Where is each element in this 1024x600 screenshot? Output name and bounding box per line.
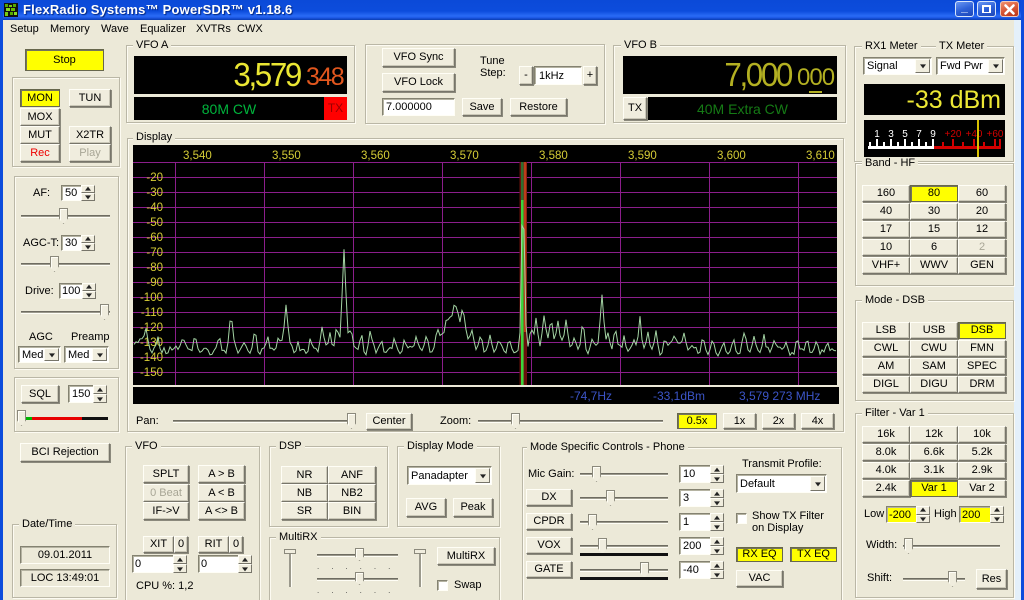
svg-text:-150: -150 [140, 367, 163, 379]
svg-text:3,570: 3,570 [450, 150, 479, 162]
svg-text:-110: -110 [141, 307, 163, 319]
svg-text:3,610: 3,610 [806, 150, 835, 162]
svg-text:3,590: 3,590 [628, 150, 657, 162]
svg-text:-70: -70 [146, 247, 163, 259]
svg-text:-50: -50 [146, 217, 163, 229]
svg-text:-30: -30 [146, 187, 163, 199]
svg-text:3,550: 3,550 [272, 150, 301, 162]
svg-text:3,580: 3,580 [539, 150, 568, 162]
svg-text:-80: -80 [146, 262, 163, 274]
svg-text:-120: -120 [140, 322, 163, 334]
svg-text:3,600: 3,600 [717, 150, 746, 162]
svg-text:-40: -40 [146, 202, 163, 214]
svg-text:-100: -100 [140, 292, 163, 304]
svg-text:-90: -90 [146, 277, 163, 289]
svg-text:-60: -60 [146, 232, 163, 244]
svg-text:3,560: 3,560 [361, 150, 390, 162]
svg-text:3,540: 3,540 [183, 150, 212, 162]
svg-text:-140: -140 [140, 352, 163, 364]
svg-text:-20: -20 [146, 172, 163, 184]
